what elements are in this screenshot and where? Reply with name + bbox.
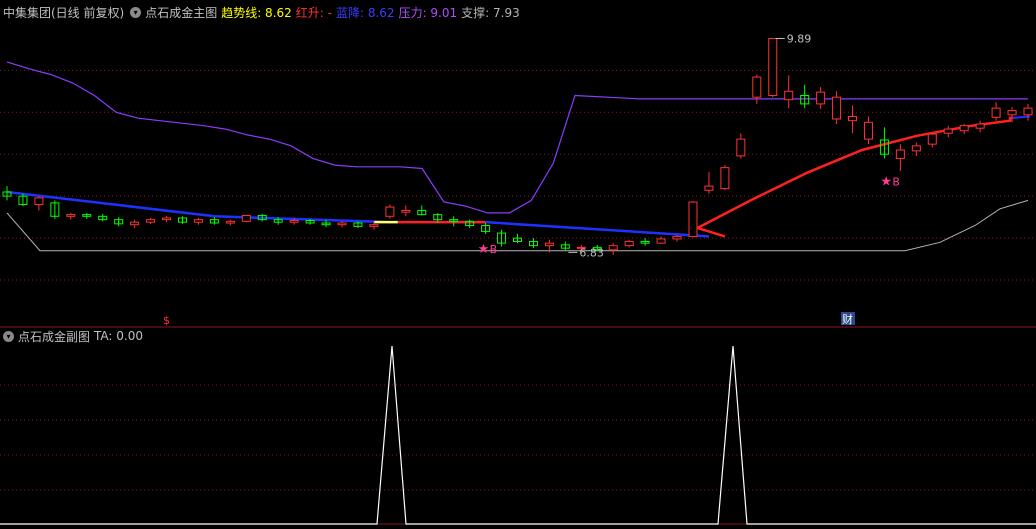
candle-body [193,219,203,223]
chart-canvas: 9.896.83★ B★ B$ 财 [0,32,1036,525]
candle-body [1023,107,1033,116]
candle-body [289,219,299,223]
stock-title[interactable]: 中集集团(日线 前复权) [3,4,124,21]
candle-body [943,128,953,134]
candle-body [337,222,347,226]
candle-body [66,214,76,217]
candle-body [401,209,411,213]
candle-body [911,145,921,152]
red-rise-value: 红升: - [295,5,332,20]
candle-body [608,245,618,251]
candle-body [162,217,172,221]
sub-indicator-name[interactable]: 点石成金副图 [18,328,90,345]
trend-down-line [485,220,710,238]
candle-body [385,206,395,217]
candle-body [720,167,730,190]
blue-fall-value: 蓝降: 8.62 [335,5,395,20]
candle-body [656,238,666,244]
pressure-value: 压力: 9.01 [398,5,458,20]
candle-body [544,242,554,247]
candle-body [736,138,746,157]
candle-body [991,107,1001,118]
candle-body [975,123,985,129]
indicator-name[interactable]: 点石成金主图 [145,4,217,21]
candle-body [863,121,873,140]
candle-body [784,90,794,101]
ta-value: TA: 0.00 [94,329,143,343]
candle-body [624,240,634,247]
buy-signal-label: B [490,243,498,256]
candle-body [1007,110,1017,116]
main-chart-header: 中集集团(日线 前复权) ▾ 点石成金主图 趋势线: 8.62 红升: - 蓝降… [0,2,524,22]
high-label: 9.89 [787,32,812,45]
finance-marker[interactable]: 财 [842,312,853,326]
sub-indicator-menu-icon[interactable]: ▾ [3,330,14,342]
support-value: 支撑: 7.93 [461,5,520,20]
candle-body [225,220,235,224]
trend-value: 趋势线: 8.62 [221,5,292,20]
candle-body [752,76,762,98]
candle-body [832,96,842,120]
candle-body [688,201,698,237]
candle-body [848,115,858,122]
candle-body [34,197,44,206]
candle-body [146,219,156,223]
candle-body [704,185,714,191]
pressure-line [6,61,1028,214]
buy-signal-star: ★ [880,174,892,189]
candle-body [895,149,905,159]
candle-body [959,125,969,132]
trend-up-line [397,116,1012,238]
trend-down-line [1009,115,1031,120]
low-label: 6.83 [579,246,604,259]
sub-chart-header: ▾ 点石成金副图 TA: 0.00 [0,326,147,346]
candle-body [927,133,937,145]
candle-body [369,224,379,227]
buy-signal-label: B [892,175,900,188]
candle-body [768,37,778,96]
candle-body [816,91,826,105]
ta-signal-line [0,345,1036,525]
dollar-marker[interactable]: $ [163,314,170,327]
candle-body [130,221,140,226]
candle-body [672,235,682,240]
indicator-menu-icon[interactable]: ▾ [130,6,142,18]
buy-signal-star: ★ [478,242,490,257]
candle-body [241,214,251,222]
